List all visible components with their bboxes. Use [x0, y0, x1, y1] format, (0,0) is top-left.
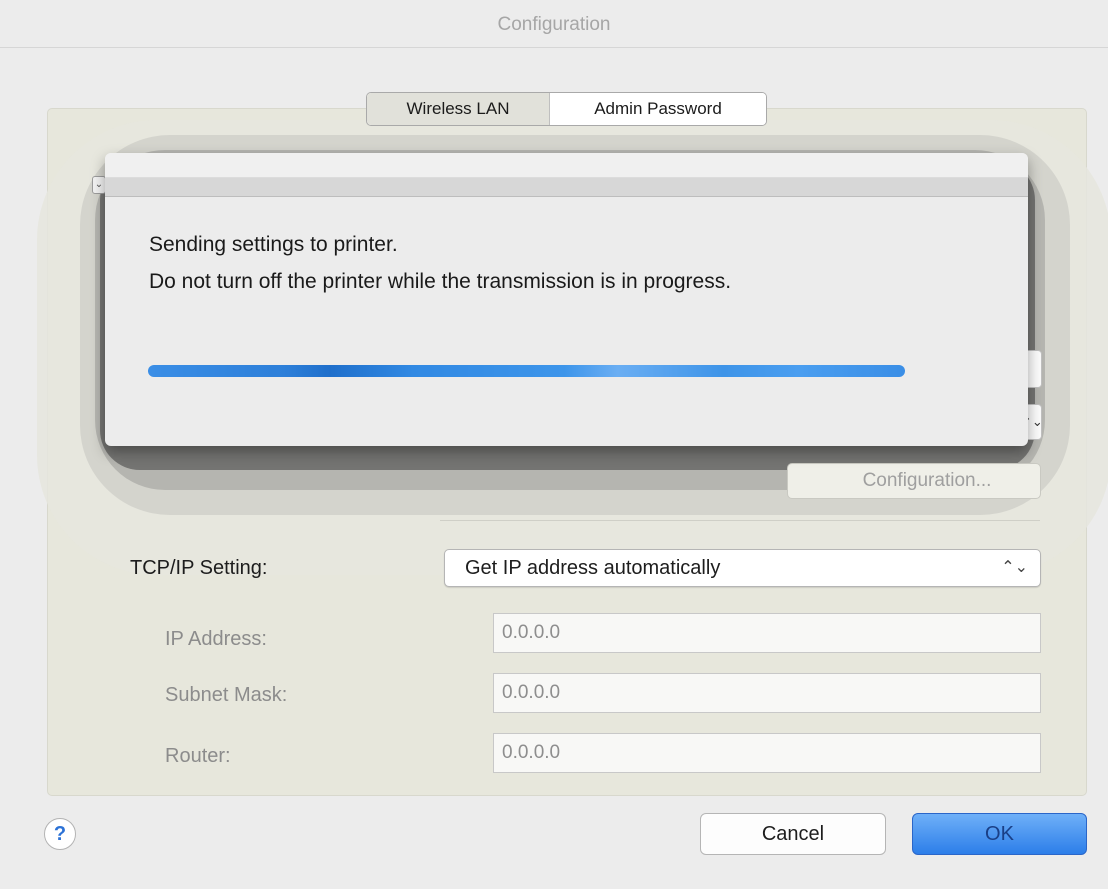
configuration-button[interactable]: Configuration...	[787, 463, 1041, 499]
progress-sheet: Sending settings to printer. Do not turn…	[105, 153, 1028, 446]
sheet-warning: Do not turn off the printer while the tr…	[149, 270, 732, 293]
progress-bar	[148, 365, 905, 377]
tab-wireless-lan[interactable]: Wireless LAN	[367, 93, 550, 125]
subnet-mask-field[interactable]: 0.0.0.0	[493, 673, 1041, 713]
cancel-button[interactable]: Cancel	[700, 813, 886, 855]
sheet-band	[105, 178, 1028, 197]
subnet-mask-label: Subnet Mask:	[165, 684, 288, 706]
chevron-down-icon: ⌄	[92, 176, 106, 194]
tcpip-setting-select[interactable]: Get IP address automatically ⌃⌄	[444, 549, 1041, 587]
tcpip-setting-label: TCP/IP Setting:	[130, 557, 268, 579]
sheet-header	[105, 153, 1028, 178]
ip-address-field[interactable]: 0.0.0.0	[493, 613, 1041, 653]
ok-button[interactable]: OK	[912, 813, 1087, 855]
window-title: Configuration	[0, 0, 1108, 48]
sheet-message: Sending settings to printer.	[149, 233, 398, 256]
tab-admin-password[interactable]: Admin Password	[550, 93, 766, 125]
stepper-arrows-icon: ⌃⌄	[1001, 559, 1028, 576]
tcpip-setting-value: Get IP address automatically	[465, 557, 721, 579]
help-icon[interactable]: ?	[44, 818, 76, 850]
ip-address-label: IP Address:	[165, 628, 267, 650]
tab-bar: Wireless LAN Admin Password	[366, 92, 767, 126]
router-label: Router:	[165, 745, 231, 767]
divider	[440, 520, 1040, 521]
router-field[interactable]: 0.0.0.0	[493, 733, 1041, 773]
